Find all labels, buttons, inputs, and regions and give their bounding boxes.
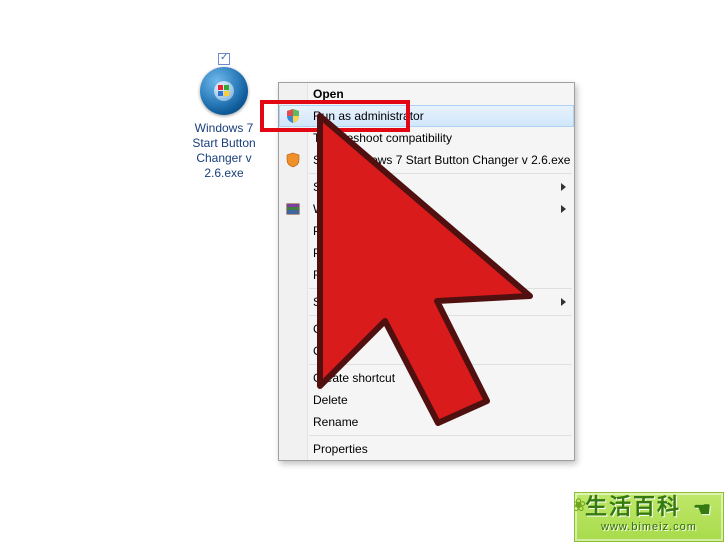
menu-item-label: Open xyxy=(313,87,344,101)
menu-separator xyxy=(309,364,572,365)
selection-check-icon xyxy=(218,53,230,65)
menu-item-label: Send to xyxy=(313,295,354,309)
watermark: ❀ 生活百科 ☚ www.bimeiz.com xyxy=(574,492,724,542)
menu-separator xyxy=(309,315,572,316)
menu-item-label: WinRAR xyxy=(313,202,359,216)
menu-separator xyxy=(309,288,572,289)
menu-item-label: Cut xyxy=(313,322,332,336)
menu-item-create-shortcut[interactable]: Create shortcut xyxy=(279,367,574,389)
menu-item-label: Pin to Start Menu xyxy=(313,246,406,260)
submenu-arrow-icon xyxy=(561,205,566,213)
shield-icon xyxy=(285,108,301,124)
menu-item-send-to[interactable]: Send to xyxy=(279,291,574,313)
menu-item-label: Restore previous versions xyxy=(313,268,452,282)
menu-item-winrar[interactable]: WinRAR xyxy=(279,198,574,220)
menu-item-scan-windows-7-start-button-changer-v-2-6-exe[interactable]: Scan Windows 7 Start Button Changer v 2.… xyxy=(279,149,574,171)
windows-flag-icon xyxy=(218,85,230,97)
watermark-title: 生活百科 xyxy=(585,494,681,519)
menu-item-label: Properties xyxy=(313,442,368,456)
pointer-icon: ☚ xyxy=(693,497,713,523)
menu-separator xyxy=(309,173,572,174)
menu-item-label: Delete xyxy=(313,393,348,407)
menu-separator xyxy=(309,435,572,436)
menu-item-restore-previous-versions[interactable]: Restore previous versions xyxy=(279,264,574,286)
menu-item-label: Create shortcut xyxy=(313,371,395,385)
submenu-arrow-icon xyxy=(561,298,566,306)
menu-item-rename[interactable]: Rename xyxy=(279,411,574,433)
menu-item-label: Run as administrator xyxy=(313,109,424,123)
shield-orange-icon xyxy=(285,152,301,168)
app-icon xyxy=(198,67,250,119)
menu-item-properties[interactable]: Properties xyxy=(279,438,574,460)
menu-item-open[interactable]: Open xyxy=(279,83,574,105)
menu-item-cut[interactable]: Cut xyxy=(279,318,574,340)
menu-item-pin-to-start-menu[interactable]: Pin to Start Menu xyxy=(279,242,574,264)
desktop-icon[interactable]: Windows 7 Start Button Changer v 2.6.exe xyxy=(185,55,263,181)
menu-item-label: Pin to Taskbar xyxy=(313,224,389,238)
menu-item-copy[interactable]: Copy xyxy=(279,340,574,362)
menu-item-label: Troubleshoot compatibility xyxy=(313,131,452,145)
context-menu: Open Run as administrator Troubleshoot com… xyxy=(278,82,575,461)
submenu-arrow-icon xyxy=(561,183,566,191)
menu-item-label: Share with xyxy=(313,180,370,194)
menu-item-troubleshoot-compatibility[interactable]: Troubleshoot compatibility xyxy=(279,127,574,149)
winrar-icon xyxy=(285,201,301,217)
menu-item-label: Rename xyxy=(313,415,358,429)
menu-item-share-with[interactable]: Share with xyxy=(279,176,574,198)
menu-item-run-as-administrator[interactable]: Run as administrator xyxy=(279,105,574,127)
desktop-icon-label: Windows 7 Start Button Changer v 2.6.exe xyxy=(185,121,263,181)
menu-item-label: Copy xyxy=(313,344,341,358)
menu-item-pin-to-taskbar[interactable]: Pin to Taskbar xyxy=(279,220,574,242)
menu-item-delete[interactable]: Delete xyxy=(279,389,574,411)
menu-item-label: Scan Windows 7 Start Button Changer v 2.… xyxy=(313,153,570,167)
